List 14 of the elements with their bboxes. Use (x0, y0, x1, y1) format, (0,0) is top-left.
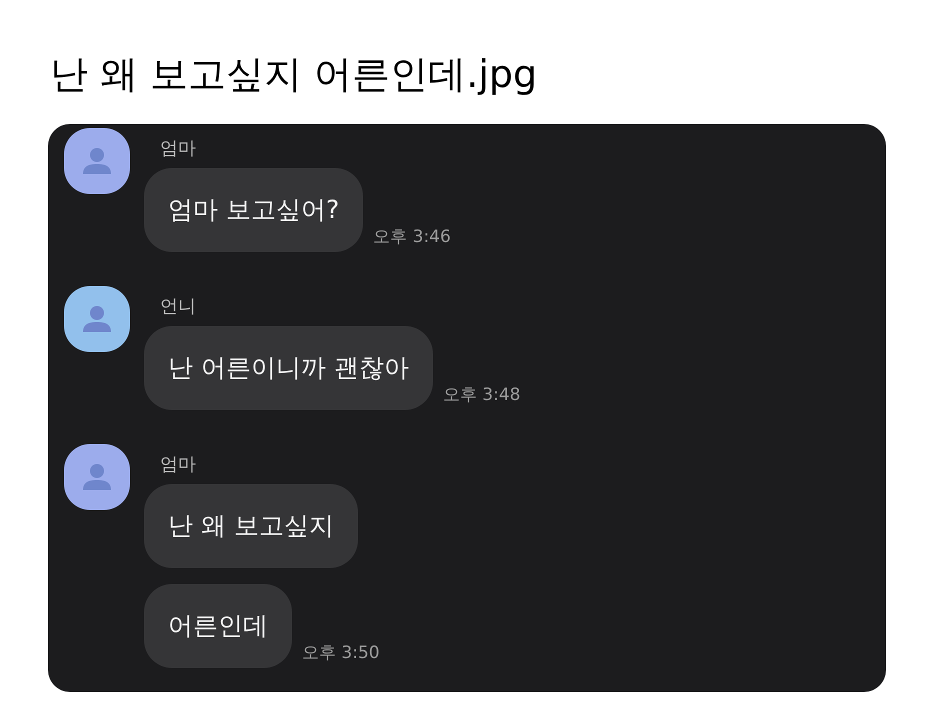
message-bubble: 난 어른이니까 괜찮아 (144, 326, 433, 410)
message-time: 오후 3:48 (442, 384, 520, 406)
sender-name: 언니 (160, 296, 197, 318)
person-icon (81, 147, 113, 175)
post-title: 난 왜 보고싶지 어른인데.jpg (50, 51, 538, 98)
message-bubble: 난 왜 보고싶지 (144, 484, 358, 568)
sender-name: 엄마 (160, 138, 197, 160)
message-time: 오후 3:46 (373, 226, 451, 248)
message-bubble: 어른인데 (144, 584, 292, 668)
message-bubble: 엄마 보고싶어? (144, 168, 364, 252)
sender-name: 엄마 (160, 454, 197, 476)
person-icon (81, 305, 113, 333)
message-time: 오후 3:50 (302, 642, 380, 664)
person-icon (81, 463, 113, 491)
